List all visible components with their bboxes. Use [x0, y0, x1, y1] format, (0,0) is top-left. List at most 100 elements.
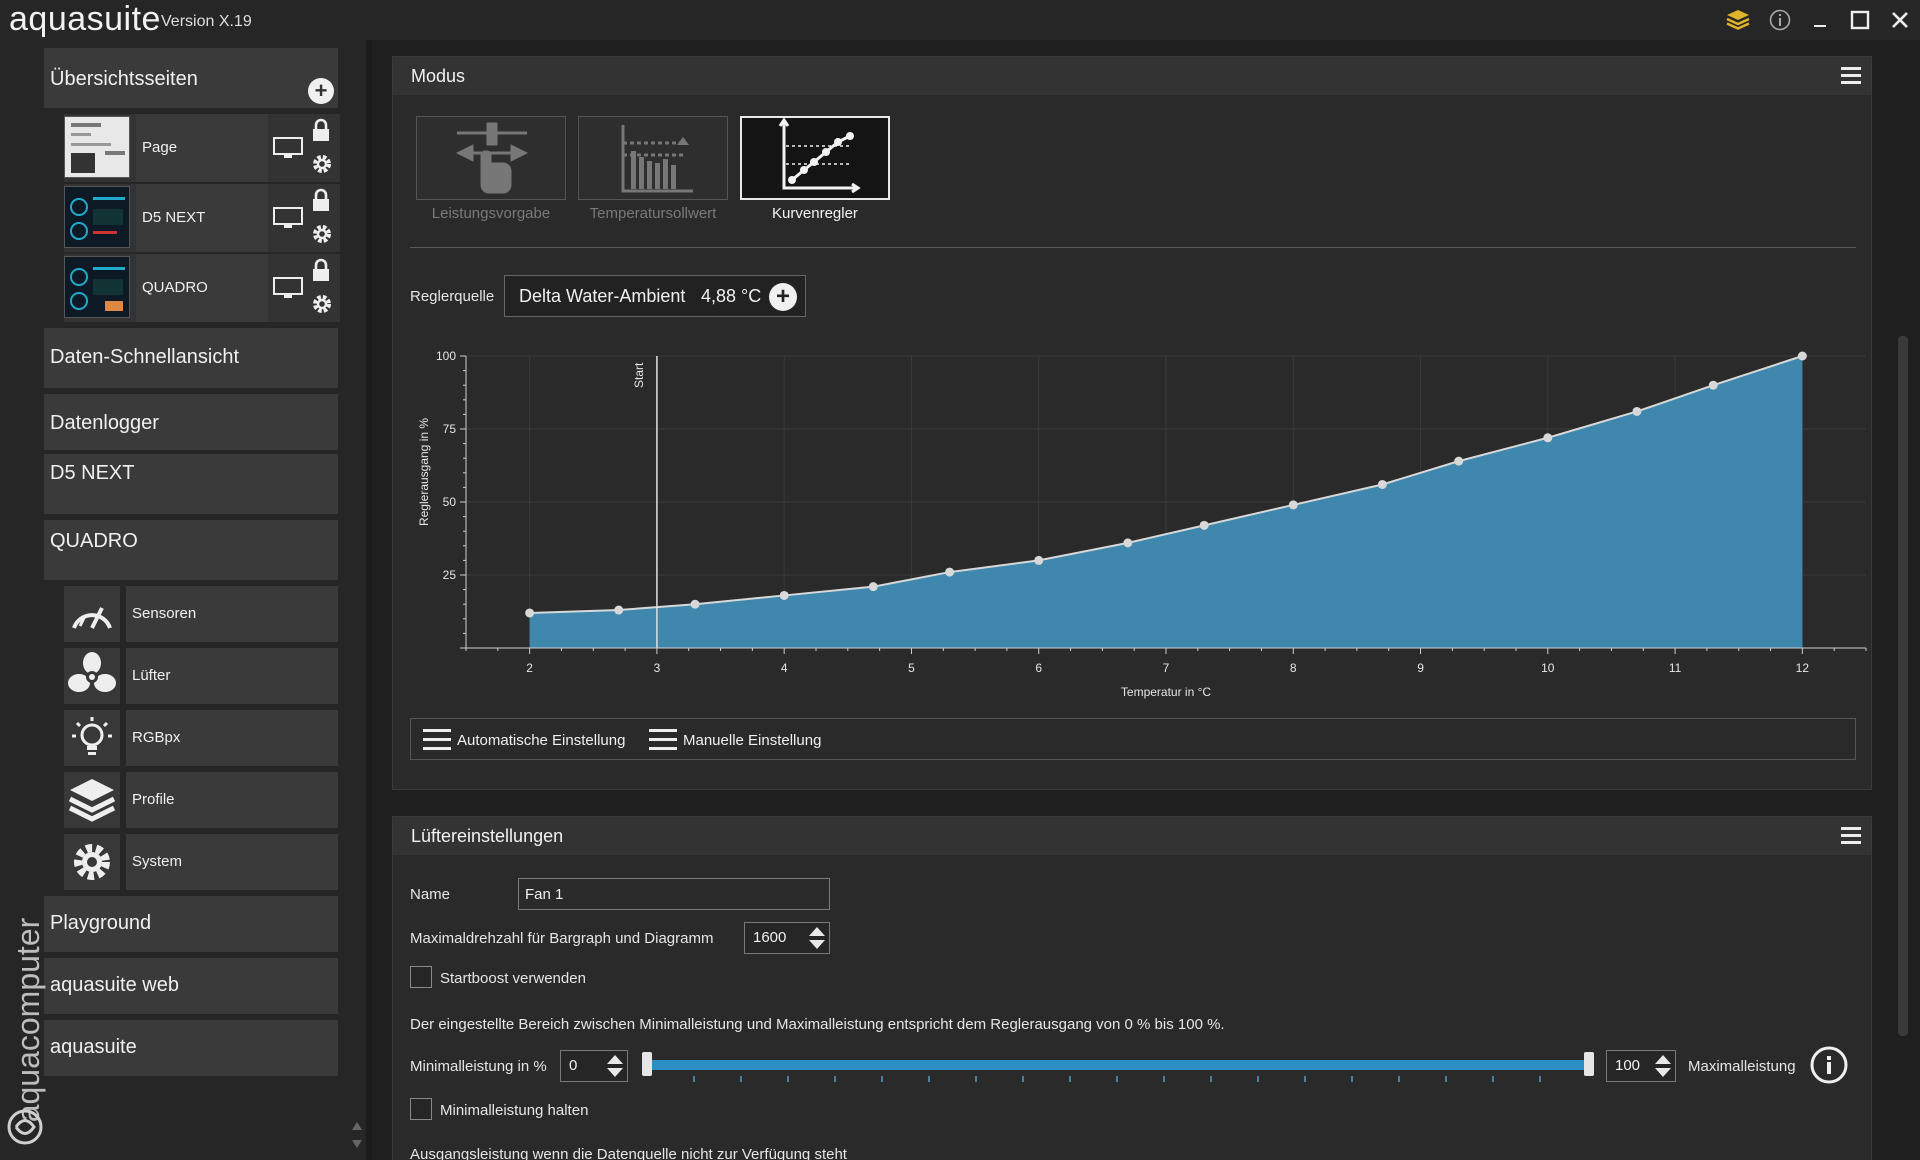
- automatic-settings-button[interactable]: Automatische Einstellung: [423, 729, 625, 751]
- power-range-slider-track[interactable]: [644, 1060, 1594, 1070]
- curve-point[interactable]: [690, 599, 700, 609]
- min-power-stepper[interactable]: 0: [560, 1050, 628, 1082]
- stepper-down-icon[interactable]: [1655, 1068, 1671, 1077]
- overview-header[interactable]: Übersichtsseiten +: [44, 48, 338, 108]
- source-name: Delta Water-Ambient: [519, 286, 686, 306]
- fan-settings-title: Lüftereinstellungen: [393, 817, 1871, 855]
- monitor-icon[interactable]: [272, 136, 304, 165]
- x-axis-label: Temperatur in °C: [1121, 685, 1211, 699]
- min-slider-handle[interactable]: [642, 1052, 652, 1076]
- curve-point[interactable]: [1123, 538, 1133, 548]
- sidebar-item-datenlogger[interactable]: Datenlogger: [44, 394, 338, 450]
- fan-settings-panel: Lüftereinstellungen: [392, 816, 1872, 1160]
- hold-min-label: Minimalleistung halten: [440, 1102, 589, 1119]
- page-label: QUADRO: [136, 254, 268, 322]
- curve-point[interactable]: [1377, 479, 1387, 489]
- x-tick-label: 2: [526, 661, 533, 675]
- y-tick-label: 25: [443, 568, 457, 582]
- brand-logo-icon: [6, 1108, 44, 1151]
- curve-point[interactable]: [945, 567, 955, 577]
- stepper-up-icon[interactable]: [1655, 1055, 1671, 1064]
- bar-target-icon: [621, 125, 693, 193]
- curve-point[interactable]: [1288, 500, 1298, 510]
- sidebar-scroll-arrows-icon[interactable]: [350, 1118, 364, 1152]
- y-axis-label: Reglerausgang in %: [417, 418, 431, 526]
- curve-point[interactable]: [1543, 433, 1553, 443]
- gear-icon[interactable]: [310, 222, 334, 251]
- y-tick-label: 50: [443, 495, 457, 509]
- range-note: Der eingestellte Bereich zwischen Minima…: [410, 1016, 1225, 1033]
- gear-icon[interactable]: [310, 292, 334, 321]
- curve-settings-bar: Automatische Einstellung Manuelle Einste…: [410, 718, 1856, 760]
- page-thumbnail: [64, 116, 130, 178]
- menu-icon[interactable]: [1841, 67, 1861, 85]
- mode-temperatursollwert-button[interactable]: [578, 116, 728, 200]
- page-thumbnail: [64, 186, 130, 248]
- stepper-up-icon[interactable]: [607, 1055, 623, 1064]
- gear-icon[interactable]: [310, 152, 334, 181]
- lock-icon[interactable]: [310, 258, 332, 287]
- curve-point[interactable]: [868, 582, 878, 592]
- hold-min-checkbox[interactable]: [410, 1098, 432, 1120]
- panel-title-text: Modus: [411, 66, 466, 86]
- curve-point[interactable]: [1199, 520, 1209, 530]
- add-page-icon[interactable]: +: [308, 78, 334, 104]
- stepper-down-icon[interactable]: [809, 940, 825, 949]
- sidebar-item-daten-schnellansicht[interactable]: Daten-Schnellansicht: [44, 328, 338, 388]
- source-selector[interactable]: Delta Water-Ambient 4,88 °C +: [504, 275, 806, 317]
- lock-icon[interactable]: [310, 188, 332, 217]
- info-icon[interactable]: [1766, 6, 1794, 34]
- x-tick-label: 7: [1163, 661, 1170, 675]
- fan-icon: [64, 648, 120, 704]
- curve-point[interactable]: [1632, 406, 1642, 416]
- curve-point[interactable]: [1797, 351, 1807, 361]
- curve-point[interactable]: [525, 608, 535, 618]
- stepper-up-icon[interactable]: [809, 927, 825, 936]
- maxrpm-stepper[interactable]: 1600: [744, 922, 830, 954]
- fan-name-input[interactable]: [518, 878, 830, 910]
- sidebar-subitem-sensoren[interactable]: Sensoren: [126, 586, 338, 642]
- y-tick-label: 75: [443, 422, 457, 436]
- mode-leistungsvorgabe-button[interactable]: [416, 116, 566, 200]
- mode-label: Kurvenregler: [772, 205, 858, 222]
- sidebar-subitem-profile[interactable]: Profile: [126, 772, 338, 828]
- main-scrollbar[interactable]: [1898, 336, 1908, 1036]
- curve-point[interactable]: [779, 590, 789, 600]
- x-tick-label: 5: [908, 661, 915, 675]
- layers-icon[interactable]: [1724, 6, 1752, 34]
- sidebar-item-aquasuite-web[interactable]: aquasuite web: [44, 958, 338, 1014]
- stepper-down-icon[interactable]: [607, 1068, 623, 1077]
- mode-kurvenregler-button[interactable]: [740, 116, 890, 200]
- sidebar-item-label: QUADRO: [50, 530, 138, 552]
- close-icon[interactable]: [1886, 6, 1914, 34]
- gear-icon: [64, 834, 120, 890]
- curve-point[interactable]: [1708, 380, 1718, 390]
- source-value: 4,88 °C: [701, 286, 762, 306]
- monitor-icon[interactable]: [272, 276, 304, 305]
- sidebar-scrollbar[interactable]: [366, 40, 372, 1160]
- sidebar-subitem-luefter[interactable]: Lüfter: [126, 648, 338, 704]
- sidebar-subitem-rgbpx[interactable]: RGBpx: [126, 710, 338, 766]
- curve-point[interactable]: [614, 605, 624, 615]
- startboost-checkbox[interactable]: [410, 966, 432, 988]
- sidebar-item-playground[interactable]: Playground: [44, 896, 338, 952]
- add-source-icon[interactable]: +: [769, 283, 797, 311]
- max-slider-handle[interactable]: [1584, 1052, 1594, 1076]
- curve-point[interactable]: [1454, 456, 1464, 466]
- curve-chart[interactable]: Start 2 3 4 5 6 7 8 9 10 11 12 25 50 75 100 Temperatur …: [410, 340, 1870, 710]
- sidebar-item-d5next[interactable]: D5 NEXT: [44, 454, 338, 514]
- curve-point[interactable]: [1034, 555, 1044, 565]
- monitor-icon[interactable]: [272, 206, 304, 235]
- max-power-stepper[interactable]: 100: [1606, 1050, 1676, 1082]
- maximize-icon[interactable]: [1846, 6, 1874, 34]
- manual-settings-button[interactable]: Manuelle Einstellung: [649, 729, 821, 751]
- gauge-icon: [64, 586, 120, 642]
- lock-icon[interactable]: [310, 118, 332, 147]
- sidebar-item-quadro[interactable]: QUADRO: [44, 520, 338, 580]
- info-icon[interactable]: [1810, 1046, 1848, 1089]
- sidebar-subitem-system[interactable]: System: [126, 834, 338, 890]
- minimize-icon[interactable]: [1806, 6, 1834, 34]
- source-label: Reglerquelle: [410, 288, 495, 305]
- sidebar-item-aquasuite[interactable]: aquasuite: [44, 1020, 338, 1076]
- menu-icon[interactable]: [1841, 827, 1861, 845]
